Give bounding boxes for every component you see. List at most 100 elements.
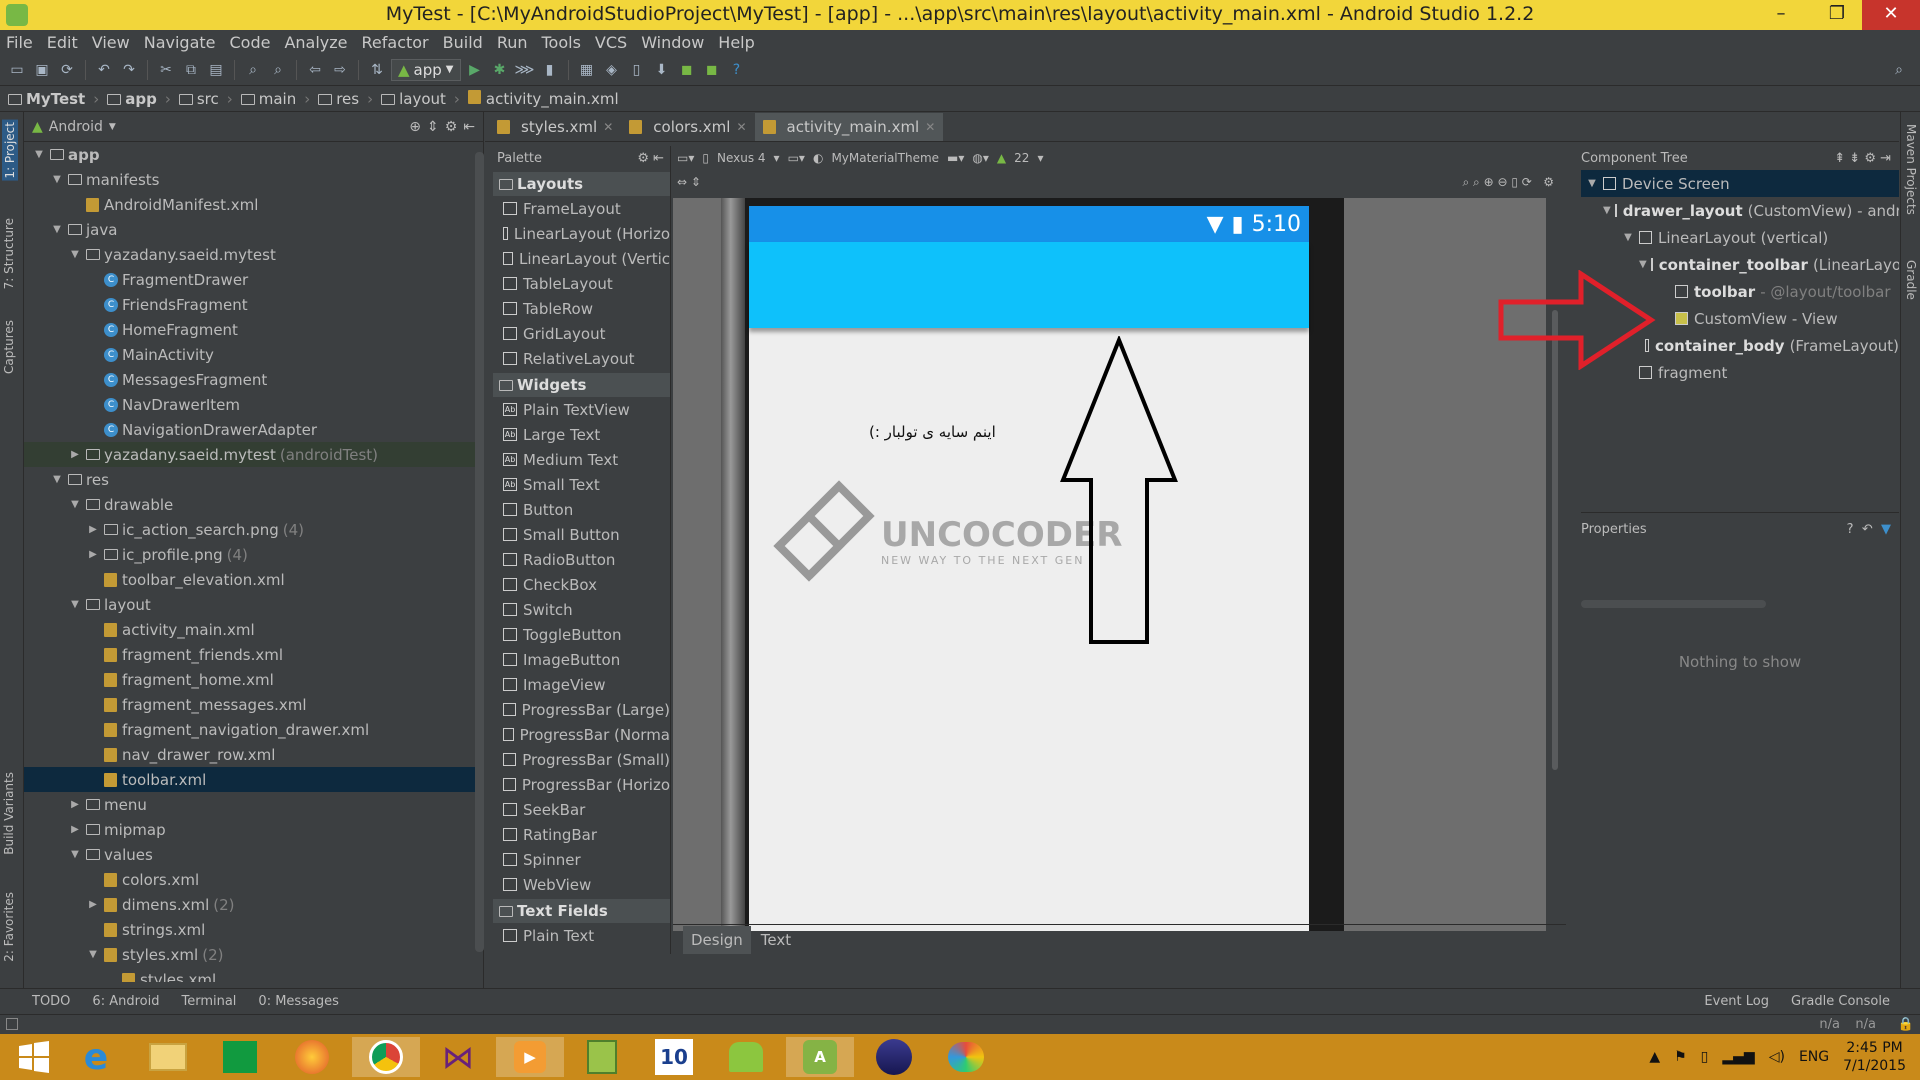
attach-debugger-icon[interactable]: ⋙: [514, 59, 536, 81]
project-tree-item[interactable]: ▼ yazadany.saeid.mytest: [24, 242, 483, 267]
chevron-right-icon[interactable]: ▶: [68, 824, 82, 835]
sync-icon[interactable]: ⟳: [56, 59, 78, 81]
project-tree-item[interactable]: strings.xml: [24, 917, 483, 942]
save-icon[interactable]: ▣: [31, 59, 53, 81]
project-tree-item[interactable]: ▼ layout: [24, 592, 483, 617]
tab-text[interactable]: Text: [753, 926, 799, 954]
copy-icon[interactable]: ⧉: [180, 59, 202, 81]
menu-refactor[interactable]: Refactor: [362, 33, 429, 52]
project-tree-item[interactable]: ▼ app: [24, 142, 483, 167]
paint-icon[interactable]: [932, 1037, 1000, 1077]
search-everywhere-icon[interactable]: ⌕: [1888, 59, 1910, 81]
palette-item[interactable]: Spinner: [493, 847, 670, 872]
find-icon[interactable]: ⌕: [242, 59, 264, 81]
project-scrollbar[interactable]: [475, 152, 484, 952]
stop-icon[interactable]: ▮: [539, 59, 561, 81]
project-tree-item[interactable]: AndroidManifest.xml: [24, 192, 483, 217]
avd-manager-icon[interactable]: ▯: [626, 59, 648, 81]
menu-edit[interactable]: Edit: [47, 33, 78, 52]
project-tree-item[interactable]: C HomeFragment: [24, 317, 483, 342]
forward-icon[interactable]: ⇨: [329, 59, 351, 81]
project-tree-item[interactable]: C MessagesFragment: [24, 367, 483, 392]
maven-projects-tab[interactable]: Maven Projects: [1904, 124, 1918, 215]
project-tree-item[interactable]: ▶ ic_action_search.png (4): [24, 517, 483, 542]
close-button[interactable]: ✕: [1862, 0, 1920, 30]
palette-item[interactable]: Ab Plain TextView: [493, 397, 670, 422]
palette-item[interactable]: ImageButton: [493, 647, 670, 672]
palette-item[interactable]: Ab Large Text: [493, 422, 670, 447]
breadcrumb-item[interactable]: activity_main.xml: [467, 89, 619, 108]
layout-variant-icon[interactable]: ▭▾: [677, 151, 694, 165]
notepad-icon[interactable]: [568, 1037, 636, 1077]
editor-tab[interactable]: colors.xml ✕: [621, 113, 754, 141]
language-indicator[interactable]: ENG: [1799, 1049, 1829, 1065]
gradle-tab[interactable]: Gradle: [1904, 260, 1918, 300]
tree-settings-icon[interactable]: ⇞ ⇟ ⚙ ⇥: [1834, 151, 1891, 166]
network-icon[interactable]: ▂▄▆: [1722, 1049, 1754, 1065]
palette-item[interactable]: Button: [493, 497, 670, 522]
undo-icon[interactable]: ↶: [93, 59, 115, 81]
chevron-right-icon[interactable]: ▶: [86, 524, 100, 535]
chevron-down-icon[interactable]: ▼: [1585, 178, 1599, 189]
store-icon[interactable]: [206, 1037, 274, 1077]
body-text[interactable]: اینم سایه ی تولبار :): [869, 423, 996, 441]
palette-item[interactable]: ImageView: [493, 672, 670, 697]
palette-item[interactable]: ProgressBar (Horizo: [493, 772, 670, 797]
start-button-icon[interactable]: [0, 1037, 68, 1077]
chevron-down-icon[interactable]: ▼: [1603, 205, 1611, 216]
breadcrumb-item[interactable]: app: [107, 90, 157, 108]
run-icon[interactable]: ▶: [464, 59, 486, 81]
clock-area[interactable]: 2:45 PM 7/1/2015: [1843, 1039, 1906, 1075]
sdk-manager-icon[interactable]: ⬇: [651, 59, 673, 81]
tool-window-button[interactable]: 0: Messages: [258, 994, 339, 1009]
project-tree-item[interactable]: C FragmentDrawer: [24, 267, 483, 292]
open-folder-icon[interactable]: ▭: [6, 59, 28, 81]
android-device-icon[interactable]: ◼: [701, 59, 723, 81]
battery-icon[interactable]: ▯: [1701, 1049, 1709, 1065]
project-tree-item[interactable]: nav_drawer_row.xml: [24, 742, 483, 767]
component-tree-item[interactable]: ▼ drawer_layout(CustomView) - androic: [1581, 197, 1899, 224]
chevron-down-icon[interactable]: ▼: [50, 474, 64, 485]
palette-item[interactable]: LinearLayout (Horizo: [493, 221, 670, 246]
zoom-controls-icon[interactable]: ⌕ ⌕ ⊕ ⊖ ▯ ⟳ ⚙: [1463, 175, 1554, 190]
editor-tab[interactable]: activity_main.xml ✕: [754, 113, 944, 141]
component-tree-item[interactable]: ▼ Device Screen: [1581, 170, 1899, 197]
palette-item[interactable]: TableRow: [493, 296, 670, 321]
palette-item[interactable]: GridLayout: [493, 321, 670, 346]
winrar-10-icon[interactable]: 10: [640, 1037, 708, 1077]
menu-file[interactable]: File: [6, 33, 33, 52]
tool-window-button[interactable]: Terminal: [181, 994, 236, 1009]
project-tool-tab[interactable]: 1: Project: [2, 120, 18, 181]
chevron-right-icon[interactable]: ▶: [68, 449, 82, 460]
locale-globe-icon[interactable]: ◍▾: [972, 151, 989, 165]
chevron-down-icon[interactable]: ▼: [86, 949, 100, 960]
hide-panel-icon[interactable]: ⇤: [463, 119, 475, 135]
palette-item[interactable]: FrameLayout: [493, 196, 670, 221]
project-tree-item[interactable]: ▼ values: [24, 842, 483, 867]
palette-item[interactable]: LinearLayout (Vertic: [493, 246, 670, 271]
api-level-select[interactable]: 22: [1014, 151, 1029, 165]
internet-explorer-icon[interactable]: e: [62, 1037, 130, 1078]
back-icon[interactable]: ⇦: [304, 59, 326, 81]
palette-item[interactable]: SeekBar: [493, 797, 670, 822]
debug-icon[interactable]: ✱: [489, 59, 511, 81]
palette-settings-icon[interactable]: ⚙ ⇤: [637, 151, 664, 166]
palette-item[interactable]: ProgressBar (Norma: [493, 722, 670, 747]
visual-studio-icon[interactable]: ⋈: [424, 1037, 492, 1077]
palette-item[interactable]: Plain Text: [493, 923, 670, 948]
lock-icon[interactable]: 🔒: [1898, 1017, 1914, 1032]
canvas-scrollbar[interactable]: [1552, 310, 1558, 770]
project-tree-item[interactable]: ▼ manifests: [24, 167, 483, 192]
theme-select[interactable]: MyMaterialTheme: [831, 151, 939, 165]
panel-toggle-icon[interactable]: [6, 1018, 18, 1030]
flag-icon[interactable]: ⚑: [1674, 1049, 1687, 1065]
close-tab-icon[interactable]: ✕: [603, 120, 613, 134]
android-sdk-icon[interactable]: [712, 1037, 780, 1077]
project-tree-item[interactable]: C MainActivity: [24, 342, 483, 367]
chrome-icon[interactable]: [352, 1037, 420, 1077]
project-tree-item[interactable]: ▼ java: [24, 217, 483, 242]
tab-design[interactable]: Design: [683, 925, 751, 954]
chevron-right-icon[interactable]: ▶: [68, 799, 82, 810]
minimize-button[interactable]: –: [1758, 0, 1804, 30]
palette-item[interactable]: TableLayout: [493, 271, 670, 296]
